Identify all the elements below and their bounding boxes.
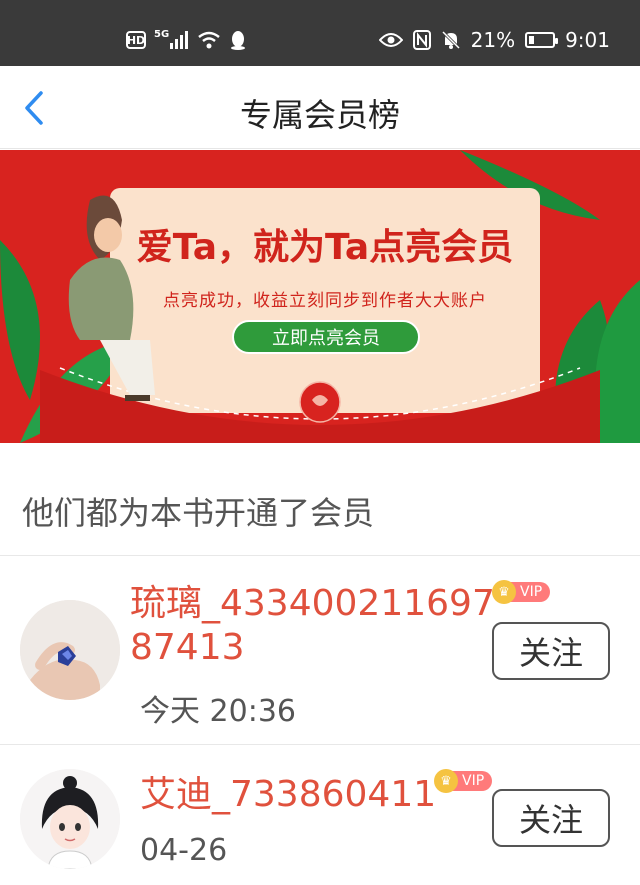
eye-icon	[378, 33, 403, 47]
hd-badge: HD	[126, 31, 146, 49]
vip-badge: ♛ VIP	[434, 769, 493, 793]
member-name[interactable]: 艾迪_733860411	[140, 773, 440, 817]
anime-girl-avatar	[20, 769, 120, 869]
mute-bell-icon	[441, 30, 460, 50]
member-row[interactable]: 琉璃_43340021169787413 ♛ VIP 今天 20:36 关注	[0, 556, 640, 744]
member-name[interactable]: 琉璃_43340021169787413	[130, 582, 500, 670]
crown-icon: ♛	[492, 580, 516, 604]
member-avatar[interactable]	[20, 769, 120, 869]
promo-banner[interactable]: 爱Ta，就为Ta点亮会员 点亮成功，收益立刻同步到作者大大账户 立即点亮会员	[0, 150, 640, 443]
status-right: 21% 9:01	[378, 28, 610, 52]
nav-bar: 专属会员榜	[0, 66, 640, 149]
crown-icon: ♛	[434, 769, 458, 793]
member-time: 今天 20:36	[140, 694, 296, 729]
signal-icon	[170, 31, 189, 49]
wifi-icon	[198, 31, 220, 49]
follow-button[interactable]: 关注	[492, 622, 610, 680]
battery-level	[529, 36, 534, 44]
hand-holding-crystal-avatar	[20, 600, 120, 700]
status-left: HD 5G	[126, 28, 247, 50]
girl-illustration	[68, 195, 155, 401]
nfc-icon	[412, 30, 431, 50]
vip-badge: ♛ VIP	[492, 580, 551, 604]
battery-icon	[525, 32, 559, 48]
qq-icon	[231, 31, 246, 50]
member-row[interactable]: 艾迪_733860411 ♛ VIP 04-26 关注	[0, 745, 640, 885]
page-title: 专属会员榜	[239, 96, 400, 134]
network-label: 5G	[154, 28, 170, 40]
status-bar: HD 5G 21% 9:01	[0, 0, 640, 66]
battery-percent: 21%	[470, 28, 516, 52]
clock: 9:01	[565, 28, 610, 52]
member-time: 04-26	[140, 833, 228, 868]
section-heading: 他们都为本书开通了会员	[22, 494, 375, 532]
member-avatar[interactable]	[20, 600, 120, 700]
follow-button[interactable]: 关注	[492, 789, 610, 847]
